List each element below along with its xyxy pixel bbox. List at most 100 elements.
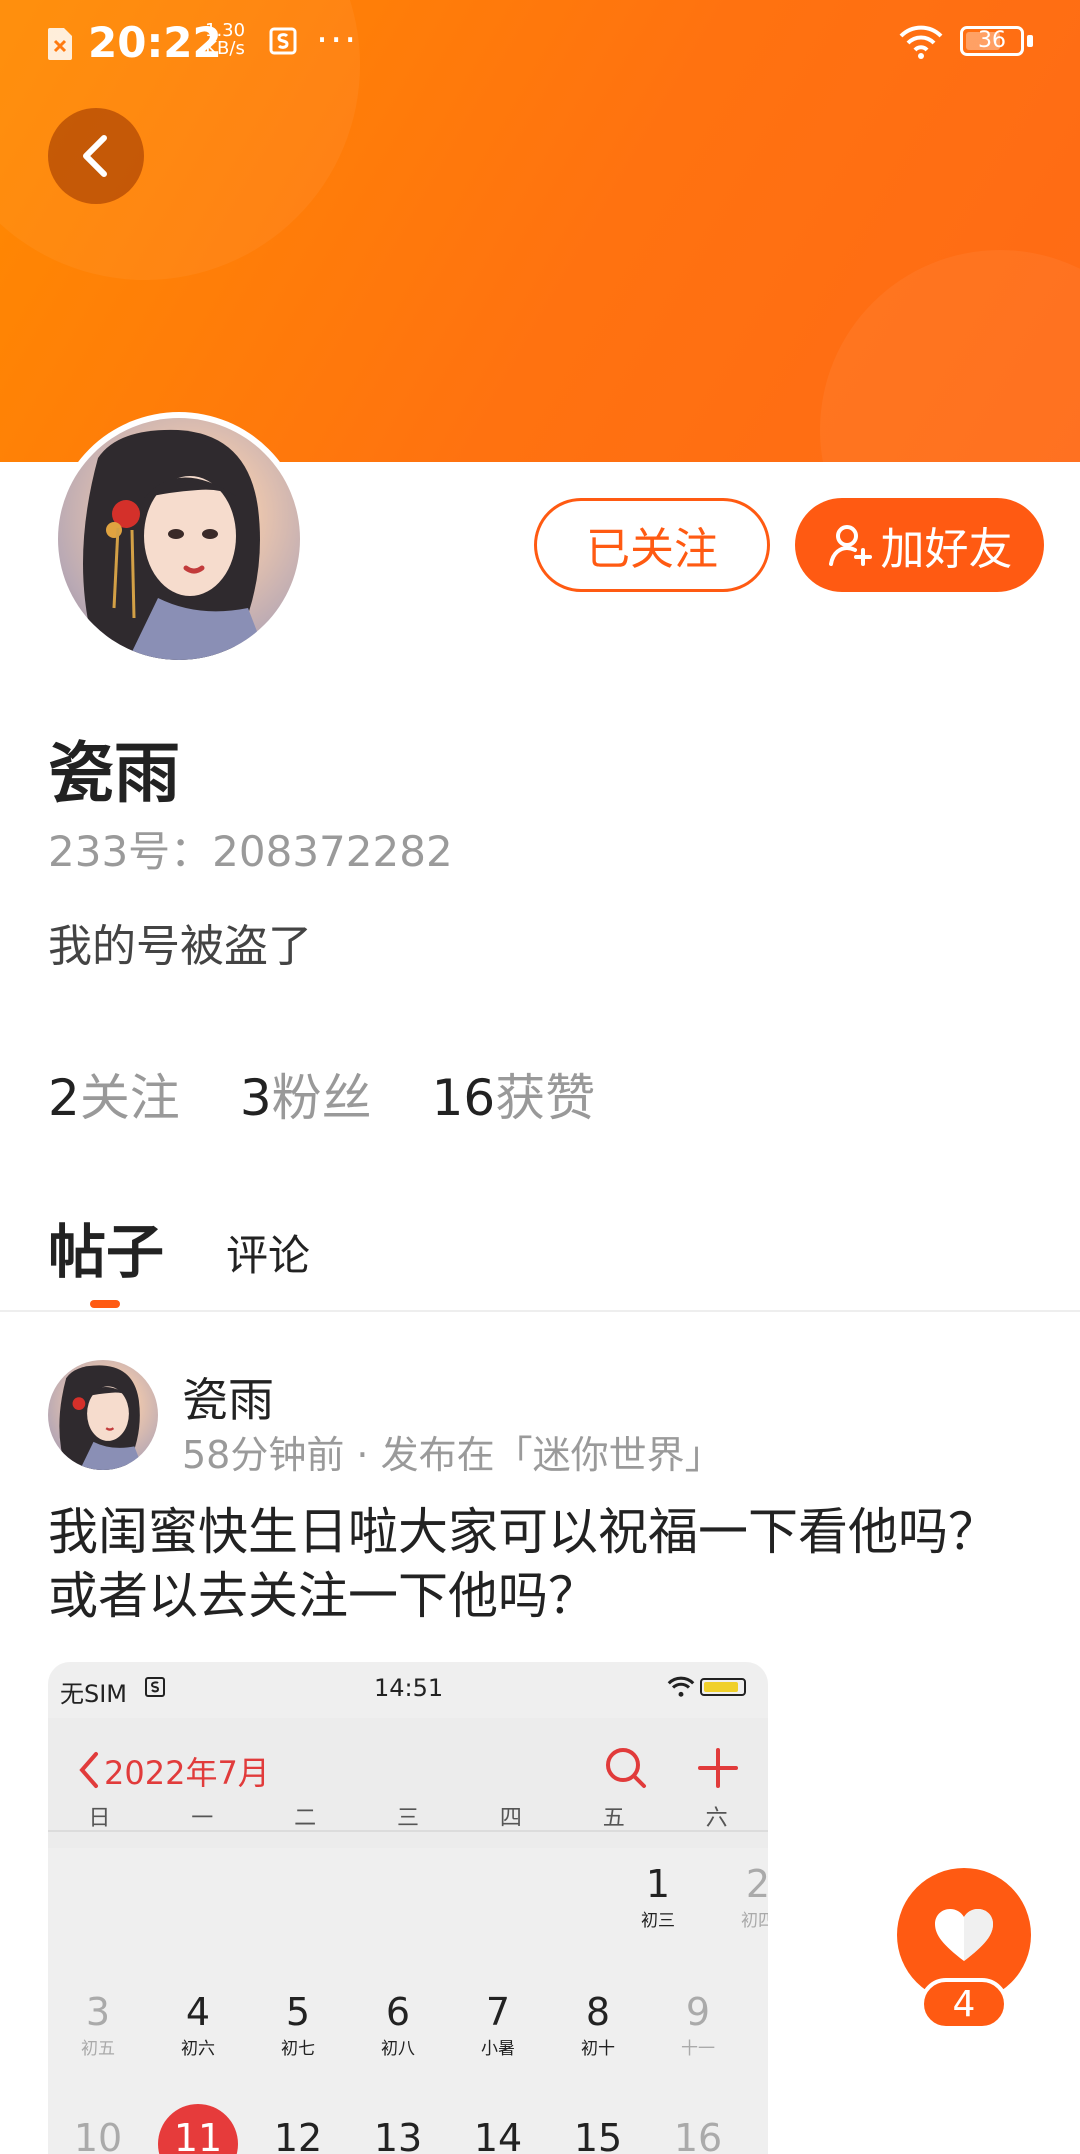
calendar-day: 16: [648, 2116, 748, 2154]
battery-icon: 36: [960, 26, 1024, 56]
followed-button[interactable]: 已关注: [534, 498, 770, 592]
profile-name: 瓷雨: [48, 735, 180, 812]
weekday-label: 日: [88, 1806, 111, 1831]
search-icon: [604, 1746, 648, 1794]
divider: [0, 1310, 1080, 1312]
profile-avatar[interactable]: [52, 412, 306, 666]
day-number: 6: [385, 1990, 411, 2034]
profile-id: 233号：208372282: [48, 827, 453, 876]
plus-icon: [696, 1746, 740, 1794]
tab-posts[interactable]: 帖子: [48, 1205, 164, 1289]
calendar-day: 7 小暑: [448, 1990, 548, 2059]
calendar-day: 1 初三: [608, 1862, 708, 1931]
calendar-day: 3 初五: [48, 1990, 148, 2059]
user-plus-icon: [828, 525, 872, 566]
day-number: 12: [273, 2116, 323, 2154]
stat-fans[interactable]: 3粉丝: [240, 1058, 372, 1130]
active-tab-indicator: [90, 1300, 120, 1308]
add-friend-label: 加好友: [880, 524, 1013, 575]
stat-number: 2: [48, 1069, 80, 1127]
day-number: 4: [185, 1990, 211, 2034]
stat-label: 关注: [79, 1069, 180, 1127]
profile-bio: 我的号被盗了: [48, 921, 312, 972]
calendar-day: 15: [548, 2116, 648, 2154]
followed-label: 已关注: [586, 524, 718, 575]
stat-label: 粉丝: [271, 1069, 372, 1127]
day-number: 2: [745, 1862, 768, 1906]
back-button[interactable]: [48, 108, 144, 204]
calendar-day: 6 初八: [348, 1990, 448, 2059]
day-number: 5: [285, 1990, 311, 2034]
chevron-left-icon: [83, 135, 107, 177]
day-number: 8: [585, 1990, 611, 2034]
avatar-image: [58, 418, 300, 660]
stat-following[interactable]: 2关注: [48, 1058, 180, 1130]
day-number: 1: [645, 1862, 671, 1906]
content-tabs: 帖子 评论: [48, 1205, 310, 1289]
calendar-day: 9 十一: [648, 1990, 748, 2059]
calendar-day: 14: [448, 2116, 548, 2154]
battery-icon: [700, 1678, 746, 1696]
wifi-icon: [897, 24, 945, 64]
profile-stats: 2关注 3粉丝 16获赞: [48, 1058, 595, 1130]
day-number: 10: [73, 2116, 123, 2154]
day-number: 15: [573, 2116, 623, 2154]
sim-error-icon: [46, 26, 74, 66]
like-count: 4: [920, 1978, 1008, 2030]
weekday-label: 二: [294, 1806, 317, 1831]
weekday-label: 四: [499, 1806, 522, 1831]
lunar-label: 小暑: [481, 2039, 515, 2059]
network-speed: 1.30 KB/s: [205, 22, 245, 58]
banner-decoration: [820, 250, 1080, 462]
more-notifications-icon: ···: [316, 18, 359, 62]
post-text[interactable]: 我闺蜜快生日啦大家可以祝福一下看他吗？或者以去关注一下他吗？: [48, 1500, 1028, 1628]
lunar-label: 初十: [581, 2039, 615, 2059]
add-friend-button[interactable]: 加好友: [795, 498, 1044, 592]
post-meta: 58分钟前 · 发布在「迷你世界」: [182, 1433, 723, 1477]
status-time: 20:22: [88, 18, 222, 67]
calendar-day: 4 初六: [148, 1990, 248, 2059]
day-number: 11: [173, 2116, 223, 2154]
calendar-day: 13: [348, 2116, 448, 2154]
calendar-day: 2 初四: [708, 1862, 768, 1931]
calendar-day-today: 11: [148, 2116, 248, 2154]
lunar-label: 初四: [741, 1911, 768, 1931]
sync-icon: [268, 26, 298, 60]
day-number: 9: [685, 1990, 711, 2034]
lunar-label: 初八: [381, 2039, 415, 2059]
calendar-weekdays: 日 一 二 三 四 五 六: [48, 1800, 768, 1831]
lunar-label: 初三: [641, 1911, 675, 1931]
chevron-left-icon: [79, 1752, 98, 1788]
post-image[interactable]: 无SIM 14:51 2022年7月 日 一 二 三 四 五 六 1 初三 2 初四…: [48, 1662, 768, 2154]
lunar-label: 初五: [81, 2039, 115, 2059]
heart-icon: [935, 1909, 993, 1961]
sync-icon: [144, 1676, 166, 1704]
day-number: 14: [473, 2116, 523, 2154]
stat-likes[interactable]: 16获赞: [432, 1058, 596, 1130]
stat-label: 获赞: [495, 1069, 596, 1127]
calendar-day: 10: [48, 2116, 148, 2154]
calendar-month-label: 2022年7月: [104, 1754, 270, 1792]
post-author-avatar[interactable]: [48, 1360, 158, 1470]
day-number: 3: [85, 1990, 111, 2034]
calendar-day: 8 初十: [548, 1990, 648, 2059]
network-speed-unit: KB/s: [205, 38, 245, 59]
day-number: 16: [673, 2116, 723, 2154]
post-author-name[interactable]: 瓷雨: [182, 1364, 274, 1430]
divider: [48, 1830, 768, 1832]
battery-tip: [1027, 35, 1033, 47]
weekday-label: 一: [191, 1806, 214, 1831]
weekday-label: 六: [705, 1806, 728, 1831]
status-bar: 20:22 1.30 KB/s ··· 36: [0, 0, 1080, 86]
lunar-label: 初七: [281, 2039, 315, 2059]
weekday-label: 三: [397, 1806, 420, 1831]
tab-comments[interactable]: 评论: [226, 1222, 310, 1289]
image-status-time: 14:51: [374, 1674, 444, 1702]
lunar-label: 十一: [681, 2039, 715, 2059]
lunar-label: 初六: [181, 2039, 215, 2059]
weekday-label: 五: [602, 1806, 625, 1831]
calendar-day: 5 初七: [248, 1990, 348, 2059]
stat-number: 16: [431, 1069, 496, 1127]
image-status-bar: 无SIM 14:51: [48, 1662, 768, 1718]
wifi-icon: [666, 1676, 696, 1704]
